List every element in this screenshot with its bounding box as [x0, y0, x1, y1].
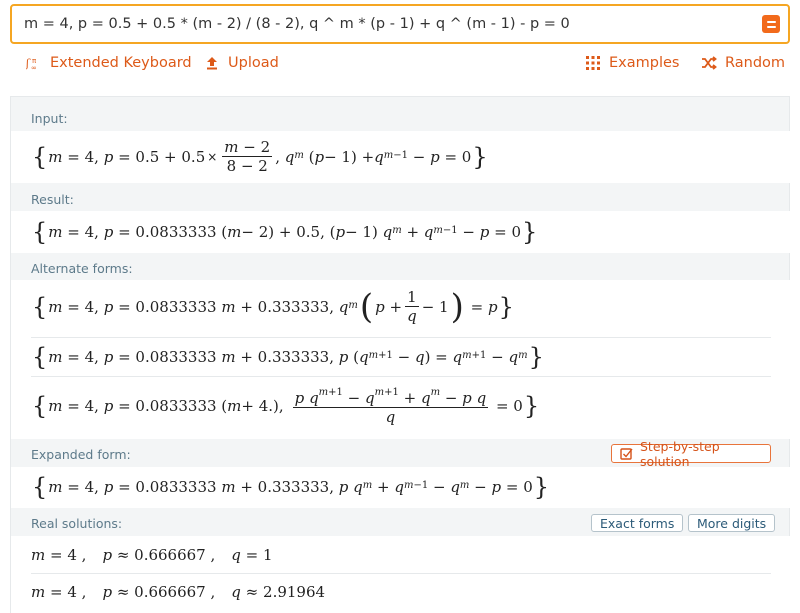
solution-row: m = 4 , p ≈ 0.666667 , q ≈ 2.91964 — [31, 583, 326, 601]
input-expression: {m = 4, p = 0.5 + 0.5 × m − 28 − 2, qm (p… — [32, 137, 488, 175]
input-pod-title: Input: — [31, 111, 68, 126]
expanded-pod-title: Expanded form: — [31, 447, 131, 462]
solution-q-relation: = — [245, 546, 259, 564]
real-solutions-pod-title: Real solutions: — [31, 516, 123, 531]
checkbox-pencil-icon — [620, 447, 633, 460]
query-input[interactable]: m = 4, p = 0.5 + 0.5 * (m - 2) / (8 - 2)… — [10, 4, 790, 44]
alternate-form-1: {m = 4, p = 0.0833333 m + 0.333333, qm (… — [32, 287, 514, 327]
step-by-step-label: Step-by-step solution — [640, 438, 720, 469]
solution-p: 0.666667 — [134, 583, 206, 601]
separator — [31, 573, 771, 574]
extended-keyboard-button[interactable]: ʃ π ∞ Extended Keyboard — [26, 52, 192, 74]
expanded-pod: {m = 4, p = 0.0833333 m + 0.333333, p qm… — [11, 467, 791, 508]
query-text[interactable]: m = 4, p = 0.5 + 0.5 * (m - 2) / (8 - 2)… — [24, 16, 570, 32]
input-pod: {m = 4, p = 0.5 + 0.5 × m − 28 − 2, qm (p… — [11, 131, 791, 183]
result-expression: {m = 4, p = 0.0833333 (m − 2) + 0.5, (p … — [32, 218, 538, 246]
more-digits-button[interactable]: More digits — [688, 514, 776, 532]
svg-text:∞: ∞ — [31, 64, 37, 71]
upload-label: Upload — [228, 55, 279, 71]
results-panel: Input: {m = 4, p = 0.5 + 0.5 × m − 28 − 2… — [10, 96, 791, 613]
result-pod-title: Result: — [31, 192, 74, 207]
random-label: Random — [725, 55, 786, 71]
result-pod: {m = 4, p = 0.0833333 (m − 2) + 0.5, (p … — [11, 211, 791, 253]
alternate-pod: {m = 4, p = 0.0833333 m + 0.333333, qm (… — [11, 280, 791, 439]
solution-p: 0.666667 — [134, 546, 206, 564]
equals-icon — [766, 20, 776, 23]
step-by-step-button[interactable]: Step-by-step solution — [611, 439, 771, 469]
alternate-pod-title: Alternate forms: — [31, 261, 133, 276]
separator — [31, 337, 771, 338]
keyboard-icon: ʃ π ∞ — [26, 55, 42, 71]
solution-row: m = 4 , p ≈ 0.666667 , q = 1 — [31, 546, 273, 564]
real-solutions-pod: m = 4 , p ≈ 0.666667 , q = 1 m = 4 , p ≈… — [11, 536, 791, 613]
grid-icon — [585, 55, 601, 71]
examples-button[interactable]: Examples — [585, 52, 679, 74]
examples-label: Examples — [609, 55, 680, 71]
exact-forms-button[interactable]: Exact forms — [591, 514, 684, 532]
solution-m: 4 — [67, 583, 77, 601]
solution-q: 2.91964 — [263, 583, 326, 601]
extended-keyboard-label: Extended Keyboard — [50, 55, 192, 71]
upload-icon — [204, 55, 220, 71]
alternate-form-2: {m = 4, p = 0.0833333 m + 0.333333, p (q… — [32, 343, 544, 371]
solution-q: 1 — [263, 546, 273, 564]
separator — [31, 376, 771, 377]
shuffle-icon — [701, 55, 717, 71]
solution-q-relation: ≈ — [245, 583, 259, 601]
solution-m: 4 — [67, 546, 77, 564]
input-toolbar: ʃ π ∞ Extended Keyboard Upload Examples Ra… — [0, 52, 800, 74]
alternate-form-3: {m = 4, p = 0.0833333 (m + 4.), p qm+1 −… — [32, 386, 540, 426]
upload-button[interactable]: Upload — [204, 52, 279, 74]
random-button[interactable]: Random — [701, 52, 785, 74]
compute-button[interactable] — [762, 15, 780, 33]
expanded-expression: {m = 4, p = 0.0833333 m + 0.333333, p qm… — [32, 473, 550, 501]
